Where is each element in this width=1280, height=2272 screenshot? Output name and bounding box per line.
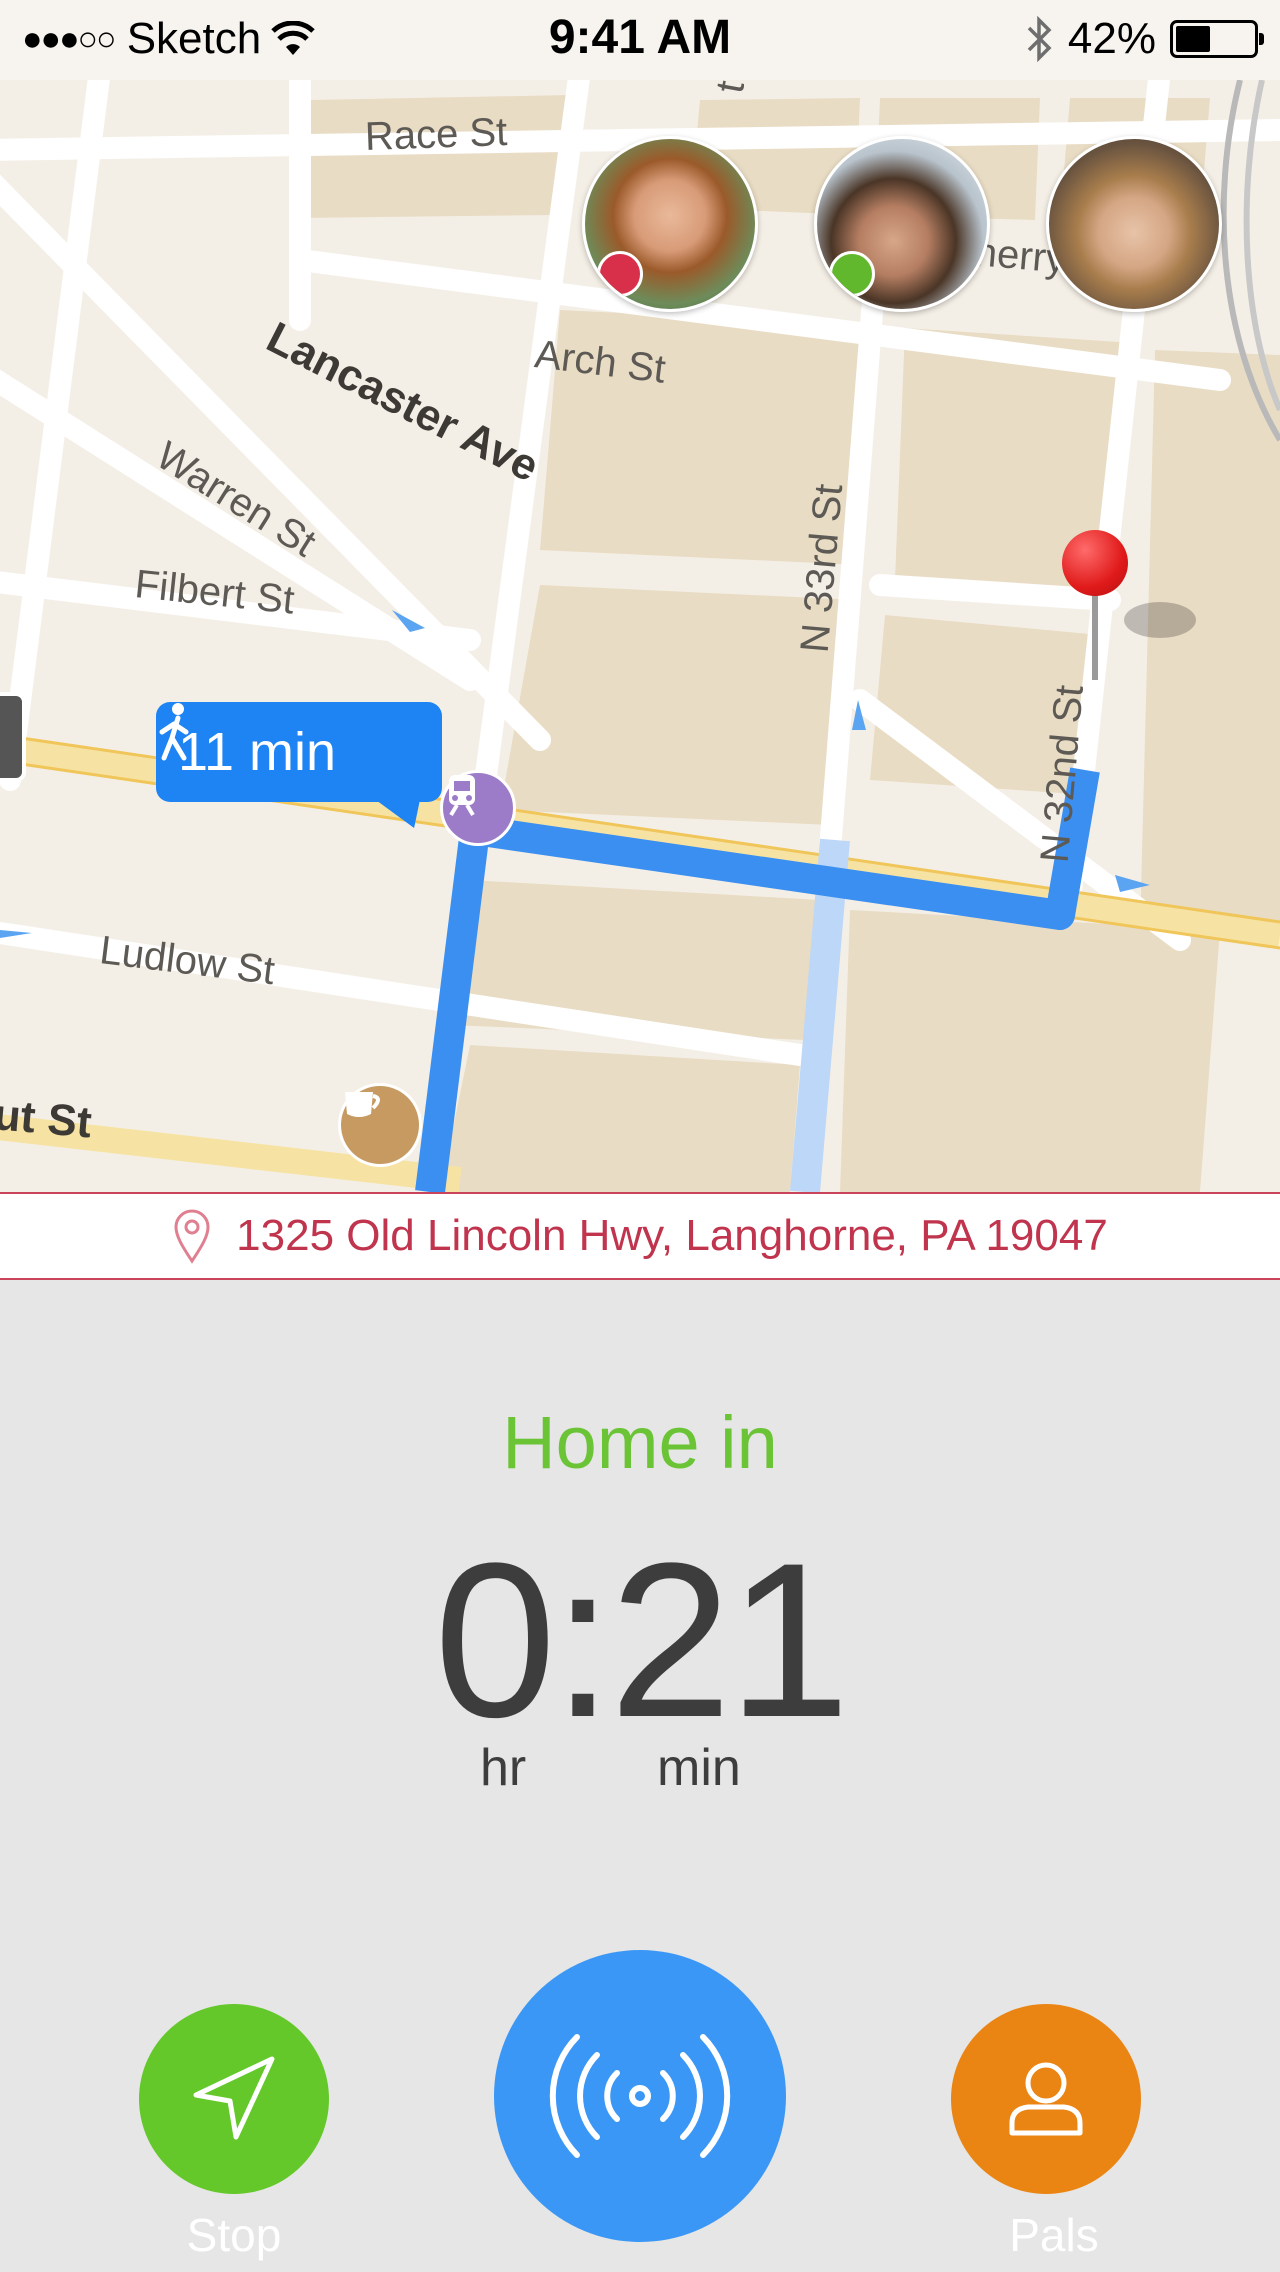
address-bar[interactable]: 1325 Old Lincoln Hwy, Langhorne, PA 1904…	[0, 1192, 1280, 1280]
bluetooth-icon	[1027, 16, 1052, 62]
stop-button-label[interactable]: Stop	[114, 2208, 354, 2262]
walking-person-icon	[159, 703, 189, 761]
map-poi-marker[interactable]	[0, 692, 26, 782]
navigation-arrow-icon	[193, 2056, 275, 2140]
address-text: 1325 Old Lincoln Hwy, Langhorne, PA 1904…	[236, 1211, 1108, 1260]
map-view[interactable]: t Race St Lancaster Ave Arch St herry Wa…	[0, 80, 1280, 1192]
location-pin-icon	[174, 1209, 210, 1264]
cafe-icon[interactable]	[338, 1083, 422, 1167]
stop-button[interactable]	[139, 2004, 329, 2194]
battery-percentage: 42%	[1067, 14, 1156, 63]
broadcast-button[interactable]	[494, 1950, 786, 2242]
person-icon	[1009, 2062, 1083, 2136]
street-label: ut St	[0, 1090, 94, 1148]
train-station-icon[interactable]	[440, 770, 516, 846]
friend-avatar-3[interactable]	[1046, 136, 1222, 312]
eta-label: Home in	[502, 1401, 778, 1484]
friend-avatar-1[interactable]	[582, 136, 758, 312]
eta-countdown: 0:21	[433, 1517, 850, 1763]
hours-unit-label: hr	[480, 1739, 527, 1797]
pals-button-label[interactable]: Pals	[934, 2208, 1174, 2262]
walk-time-callout[interactable]: 11 min	[156, 702, 442, 802]
friend-avatar-2[interactable]	[814, 136, 990, 312]
status-indicator	[597, 251, 643, 297]
street-label: Race St	[364, 110, 508, 159]
status-indicator	[829, 251, 875, 297]
broadcast-signal-icon	[549, 2034, 731, 2158]
walk-time-label: 11 min	[178, 722, 337, 782]
battery-icon	[1170, 20, 1264, 58]
destination-pin-icon[interactable]	[1062, 530, 1132, 680]
pals-button[interactable]	[951, 2004, 1141, 2194]
minutes-unit-label: min	[657, 1739, 741, 1797]
status-bar: ●●●○○ Sketch 9:41 AM 42%	[0, 0, 1280, 80]
